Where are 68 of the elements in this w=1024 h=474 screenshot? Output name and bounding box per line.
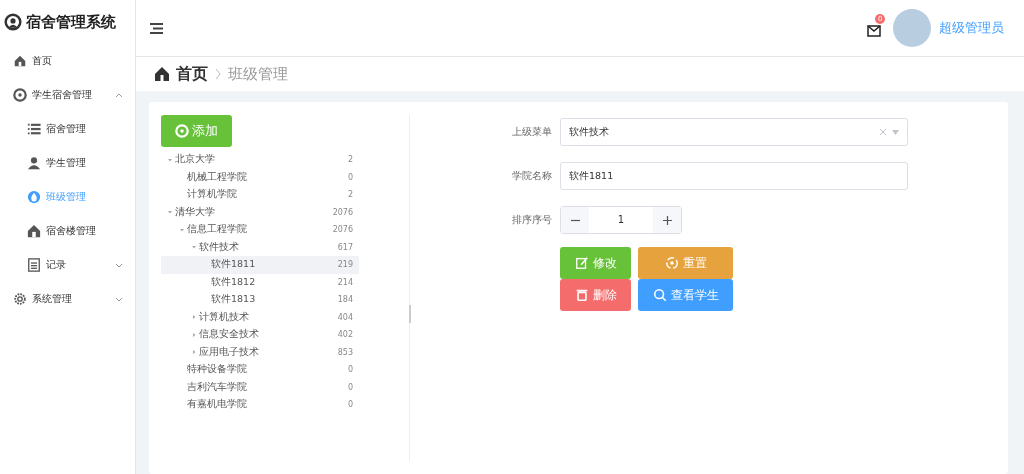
node-count: 2 (347, 155, 354, 165)
tree-node[interactable]: 特种设备学院 0 (161, 361, 359, 379)
edit-icon (574, 256, 589, 270)
menu-item[interactable]: 记录 (0, 248, 135, 282)
node-count: 402 (337, 330, 354, 340)
node-count: 0 (347, 400, 354, 410)
field-label: 上级菜单 (511, 125, 552, 139)
menu-item[interactable]: 系统管理 (0, 282, 135, 316)
plus-icon (662, 215, 672, 225)
node-count: 2 (347, 190, 354, 200)
menu-item[interactable]: 学生宿舍管理 (0, 78, 135, 112)
menu-item[interactable]: 首页 (0, 44, 135, 78)
increment-button[interactable] (653, 207, 681, 233)
number-field[interactable]: 1 (560, 206, 682, 234)
breadcrumb-link[interactable]: 首页 (176, 63, 208, 85)
tree-node[interactable]: 机械工程学院 0 (161, 168, 359, 186)
person-icon (27, 156, 41, 170)
settings-icon (13, 292, 27, 306)
home-icon (13, 54, 27, 68)
tree-node[interactable]: 信息安全技术 402 (161, 326, 359, 344)
menu-item[interactable]: 宿舍楼管理 (0, 214, 135, 248)
tree-node[interactable]: 应用电子技术 853 (161, 343, 359, 361)
trash-icon (574, 288, 589, 302)
caret-icon (892, 129, 899, 135)
input-field[interactable]: 软件1811 (560, 162, 908, 190)
tree-node[interactable]: 计算机技术 404 (161, 308, 359, 326)
logo-icon (4, 13, 22, 31)
tree-node[interactable]: 北京大学 2 (161, 151, 359, 169)
circle-icon (13, 88, 27, 102)
breadcrumb-current: 班级管理 (228, 64, 288, 84)
select-field[interactable]: 软件技术 (560, 118, 908, 146)
tree-node[interactable]: 信息工程学院 2076 (161, 221, 359, 239)
tree-node[interactable]: 计算机学院 2 (161, 186, 359, 204)
node-count: 0 (347, 382, 354, 392)
tree-node[interactable]: 软件1811 219 (161, 256, 359, 274)
node-count: 214 (337, 277, 354, 287)
home-icon (154, 66, 170, 82)
tree-node[interactable]: 有嘉机电学院 0 (161, 396, 359, 414)
node-count: 2076 (332, 225, 354, 235)
node-count: 0 (347, 172, 354, 182)
chevron-icon (214, 68, 222, 80)
search-icon (652, 288, 667, 302)
node-count: 0 (347, 365, 354, 375)
refresh-icon (664, 256, 679, 270)
app-title: 宿舍管理系统 (26, 12, 116, 32)
node-count: 2076 (332, 207, 354, 217)
add-icon (175, 124, 189, 138)
tree-node[interactable]: 吉利汽车学院 0 (161, 378, 359, 396)
node-count: 404 (337, 312, 354, 322)
list-icon (27, 122, 41, 136)
node-count: 219 (337, 260, 354, 270)
number-value: 1 (616, 213, 626, 227)
mail-icon[interactable] (867, 25, 881, 37)
menu-item[interactable]: 学生管理 (0, 146, 135, 180)
tree-node[interactable]: 软件1813 184 (161, 291, 359, 309)
house-icon (27, 224, 41, 238)
field-label: 排序序号 (511, 213, 552, 227)
tree-node[interactable]: 软件技术 617 (161, 238, 359, 256)
node-count: 617 (337, 242, 354, 252)
drop-icon (27, 190, 41, 204)
tree-node[interactable]: 清华大学 2076 (161, 203, 359, 221)
menu-icon[interactable] (150, 22, 163, 34)
node-count: 184 (337, 295, 354, 305)
node-count: 853 (337, 347, 354, 357)
field-label: 学院名称 (511, 169, 552, 183)
document-icon (27, 258, 41, 272)
tree-node[interactable]: 软件1812 214 (161, 273, 359, 291)
menu-item[interactable]: 宿舍管理 (0, 112, 135, 146)
